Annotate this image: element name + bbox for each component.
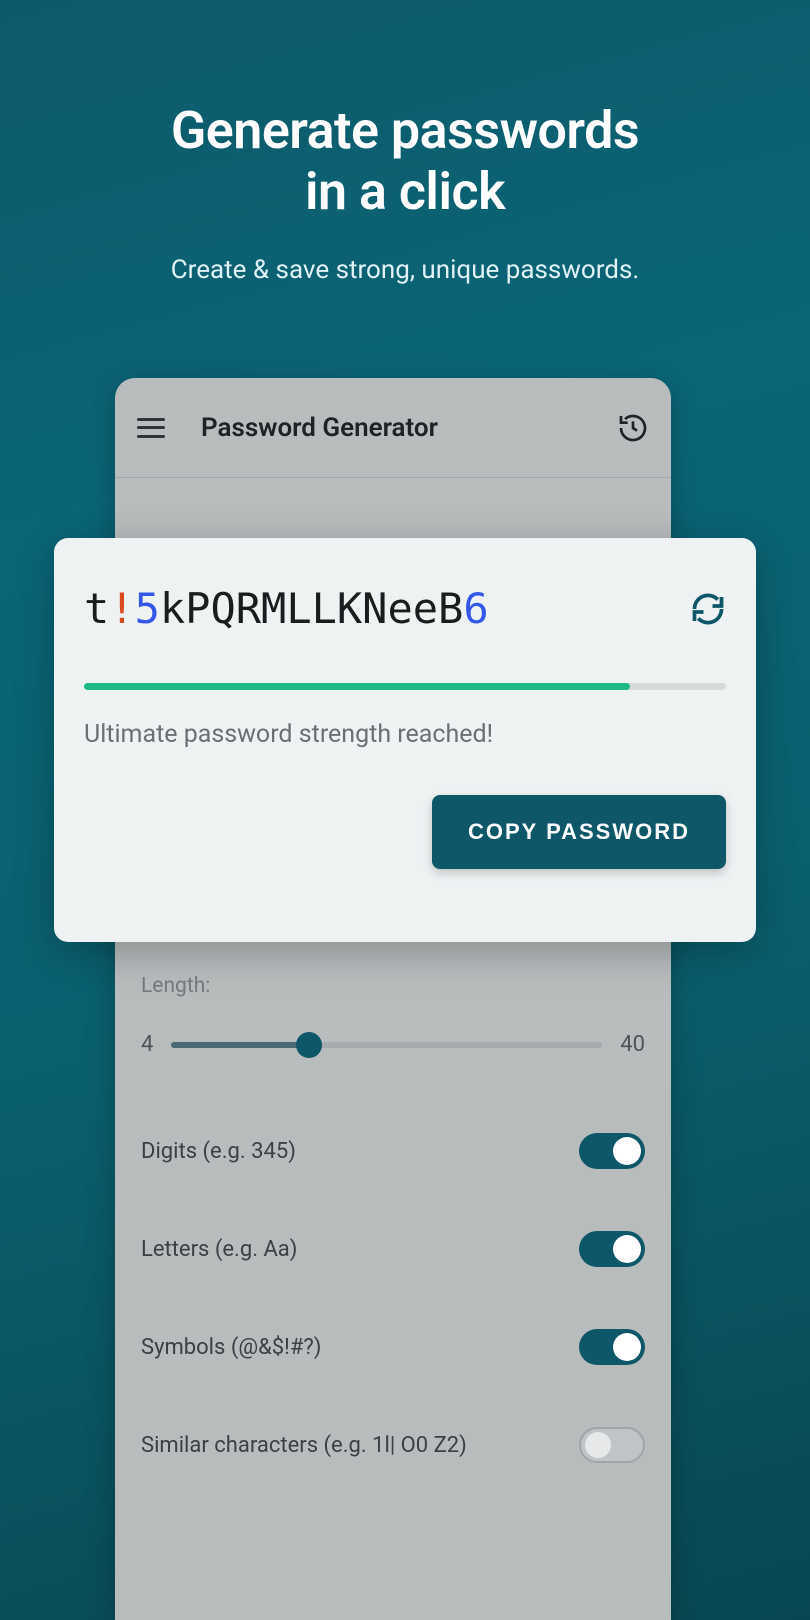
hero-subtitle: Create & save strong, unique passwords. [0,255,810,285]
password-row: t!5kPQRMLLKNeeB6 [84,584,726,633]
option-toggle[interactable] [579,1329,645,1365]
option-label: Similar characters (e.g. 1l| O0 Z2) [141,1433,467,1458]
pw-dig: 5 [135,584,160,633]
hero-title-line1: Generate passwords [171,100,639,161]
toggle-knob [613,1333,641,1361]
pw-letter: kPQRMLLKNeeB [160,584,463,633]
option-toggle[interactable] [579,1427,645,1463]
strength-bar [84,683,726,690]
pw-sym: ! [109,584,134,633]
slider-thumb[interactable] [296,1032,322,1058]
pw-letter: t [84,584,109,633]
option-toggle[interactable] [579,1133,645,1169]
generated-password[interactable]: t!5kPQRMLLKNeeB6 [84,584,670,633]
option-label: Symbols (@&$!#?) [141,1335,321,1360]
option-toggle[interactable] [579,1231,645,1267]
toggle-knob [613,1235,641,1263]
refresh-icon[interactable] [690,591,726,627]
length-slider[interactable]: 4 40 [141,1032,645,1057]
toggle-knob [585,1432,611,1458]
strength-fill [84,683,630,690]
option-label: Letters (e.g. Aa) [141,1237,297,1262]
hero: Generate passwords in a click Create & s… [0,0,810,285]
copy-password-button[interactable]: COPY PASSWORD [432,795,726,869]
password-card: t!5kPQRMLLKNeeB6 Ultimate password stren… [54,538,756,942]
appbar-title: Password Generator [201,413,617,443]
history-icon[interactable] [617,412,649,444]
hamburger-icon[interactable] [137,418,165,438]
slider-min: 4 [141,1032,153,1057]
hero-title-line2: in a click [305,161,505,222]
option-label: Digits (e.g. 345) [141,1139,296,1164]
slider-fill [171,1042,309,1048]
appbar: Password Generator [115,378,671,478]
slider-max: 40 [620,1032,645,1057]
option-row: Letters (e.g. Aa) [141,1231,645,1267]
toggle-knob [613,1137,641,1165]
option-row: Digits (e.g. 345) [141,1133,645,1169]
pw-dig: 6 [463,584,488,633]
slider-track[interactable] [171,1042,602,1048]
strength-text: Ultimate password strength reached! [84,720,726,749]
option-row: Similar characters (e.g. 1l| O0 Z2) [141,1427,645,1463]
length-label: Length: [141,974,645,998]
option-row: Symbols (@&$!#?) [141,1329,645,1365]
hero-title: Generate passwords in a click [0,100,810,223]
